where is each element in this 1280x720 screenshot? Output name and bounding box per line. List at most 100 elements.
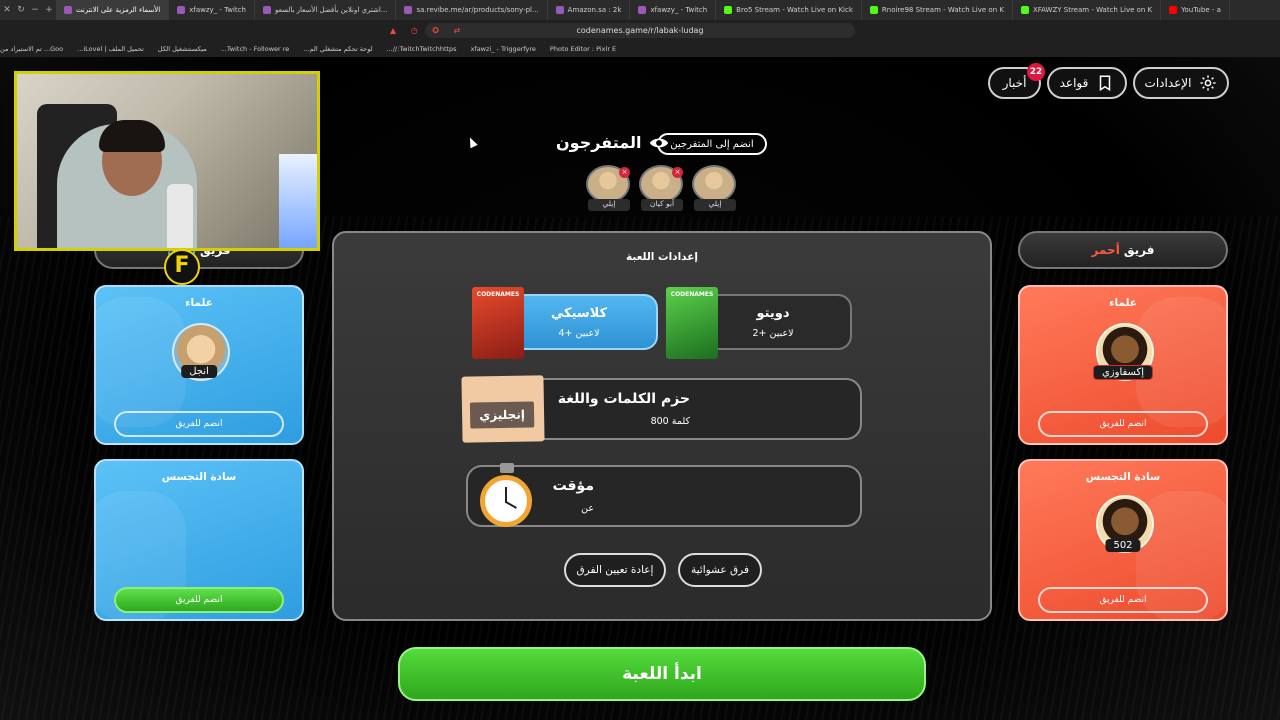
tab-label: sa.revibe.me/ar/products/sony-pl... — [416, 6, 539, 14]
eye-icon — [650, 138, 669, 147]
extension-icons[interactable]: ▲ ◷ ✪ ⇄ — [390, 26, 466, 35]
settings-button[interactable]: الإعدادات — [1133, 67, 1229, 99]
bookmark-item[interactable]: Goo... تم الاستيراد من — [0, 45, 63, 53]
tab-favicon-icon — [1169, 6, 1178, 14]
url-field[interactable]: codenames.game/r/labak-ludag — [425, 23, 855, 38]
news-label: أخبار — [1002, 76, 1027, 90]
remove-spectator-icon[interactable]: × — [672, 167, 683, 178]
address-bar: ▲ ◷ ✪ ⇄ codenames.game/r/labak-ludag — [0, 20, 1280, 41]
language-card[interactable]: إنجليزي — [461, 375, 545, 443]
wordpack-title: حزم الكلمات واللغة — [557, 391, 690, 407]
browser-tab[interactable]: الأسماء الرمزية على الانترنت — [56, 0, 170, 20]
red-spymasters-join-button[interactable]: انضم للفريق — [1038, 587, 1208, 613]
red-team-header: أحمر فريق — [1018, 231, 1228, 269]
red-team-color-word: أحمر — [1091, 243, 1120, 257]
bookmark-item[interactable]: xfawzi_ - Triggerfyre — [471, 45, 536, 53]
tab-favicon-icon — [64, 6, 72, 14]
blue-operatives-card: علماء انجل انضم للفريق — [94, 285, 304, 445]
wordpack-count: 800 كلمة — [650, 416, 690, 427]
reset-teams-button[interactable]: إعادة تعيين الفرق — [564, 553, 666, 587]
codenames-duet-box-icon: CODENAMES — [666, 287, 718, 359]
red-operatives-card: علماء إكسفاوزي انضم للفريق — [1018, 285, 1228, 445]
browser-tab[interactable]: xfawzy_ - Twitch — [630, 0, 717, 20]
browser-tab-bar: ✕ ↻ − + الأسماء الرمزية على الانترنت xfaw… — [0, 0, 1280, 20]
blue-spymasters-card: سادة التجسس انضم للفريق — [94, 459, 304, 621]
browser-tab[interactable]: Amazon.sa : 2k — [548, 0, 631, 20]
settings-title: إعدادات اللعبة — [625, 251, 699, 263]
red-spymasters-title: سادة التجسس — [1085, 471, 1161, 483]
tab-label: اشتري اونلاين بأفضل الأسعار بالسعو... — [274, 6, 388, 14]
news-badge: 22 — [1027, 63, 1045, 81]
tab-favicon-icon — [262, 6, 271, 14]
browser-tab[interactable]: اشتري اونلاين بأفضل الأسعار بالسعو... — [255, 0, 397, 20]
timer-title: مؤقت — [552, 478, 594, 494]
tab-favicon-icon — [724, 6, 733, 14]
tab-label: YouTube - a — [1181, 6, 1221, 14]
blue-spymasters-title: سادة التجسس — [161, 471, 237, 483]
tab-favicon-icon — [404, 6, 413, 14]
tab-label: xfawzy_ - Twitch — [189, 6, 246, 14]
reload-icon[interactable]: ↻ — [14, 5, 28, 15]
spectator-3: إيلي — [692, 165, 738, 213]
spectator-name: إيلي — [694, 199, 736, 211]
tab-label: Amazon.sa : 2k — [567, 6, 622, 14]
minimize-icon[interactable]: − — [28, 5, 42, 15]
bookmark-item[interactable]: Photo Editor : Pixlr E — [550, 45, 616, 53]
tab-label: Rnoire98 Stream - Watch Live on K — [881, 6, 1004, 14]
game-page: F الإعدادات قواعد أخبار 22 انضم إلى المت… — [0, 57, 1280, 720]
new-tab-icon[interactable]: + — [42, 5, 56, 15]
spectator-name: أبو كيان — [641, 199, 683, 211]
browser-tab[interactable]: XFAWZY Stream - Watch Live on K — [1013, 0, 1162, 20]
spectator-name: إيلي — [588, 199, 630, 211]
game-settings-panel: إعدادات اللعبة كلاسيكي لاعبين +4 CODENAM… — [332, 231, 992, 621]
tab-label: xfawzy_ - Twitch — [650, 6, 708, 14]
browser-tab[interactable]: sa.revibe.me/ar/products/sony-pl... — [396, 0, 548, 20]
bookmarks-bar: Photo Editor : Pixlr E xfawzi_ - Triggerf… — [0, 41, 1280, 57]
spectator-1: × إيلي — [586, 165, 632, 213]
window-close-icon[interactable]: ✕ — [0, 5, 14, 15]
tab-favicon-icon — [1020, 6, 1029, 14]
red-operative-name: إكسفاوزي — [1092, 365, 1154, 380]
mode-players: لاعبين +2 — [752, 328, 794, 339]
gear-icon — [1200, 75, 1216, 91]
red-spymasters-card: سادة التجسس 502 انضم للفريق — [1018, 459, 1228, 621]
tab-favicon-icon — [555, 6, 564, 14]
randomize-teams-button[interactable]: فرق عشوائية — [678, 553, 762, 587]
red-operatives-join-button[interactable]: انضم للفريق — [1038, 411, 1208, 437]
bookmark-icon — [1100, 75, 1111, 92]
mode-players: لاعبين +4 — [558, 328, 600, 339]
blue-spymasters-join-button[interactable]: انضم للفريق — [114, 587, 284, 613]
mode-name: دويتو — [756, 306, 790, 321]
browser-tab[interactable]: Rnoire98 Stream - Watch Live on K — [862, 0, 1013, 20]
avatar — [692, 165, 736, 203]
bookmark-item[interactable]: لوحة تحكم متشغلي الم... — [303, 45, 372, 53]
bookmark-item[interactable]: تحميل الملف | iLovel... — [77, 45, 144, 53]
spectators-heading: المتفرجون — [556, 133, 669, 152]
bookmark-item[interactable]: TwitchTwitchhttps://... — [387, 45, 457, 53]
tab-favicon-icon — [869, 6, 878, 14]
timer-value: عن — [581, 503, 594, 514]
remove-spectator-icon[interactable]: × — [619, 167, 630, 178]
webcam-overlay — [14, 71, 320, 251]
tab-favicon-icon — [177, 6, 186, 14]
spectator-2: × أبو كيان — [639, 165, 685, 213]
browser-tab[interactable]: YouTube - a — [1161, 0, 1230, 20]
browser-tab[interactable]: xfawzy_ - Twitch — [169, 0, 255, 20]
news-button[interactable]: أخبار 22 — [988, 63, 1045, 99]
rules-label: قواعد — [1059, 76, 1089, 90]
rules-button[interactable]: قواعد — [1047, 67, 1127, 99]
blue-operatives-join-button[interactable]: انضم للفريق — [114, 411, 284, 437]
mouse-cursor-icon — [466, 135, 478, 149]
language-label: إنجليزي — [469, 401, 535, 429]
codenames-classic-box-icon: CODENAMES — [472, 287, 524, 359]
blue-operative-name: انجل — [181, 365, 217, 378]
bookmark-item[interactable]: ميكسنتشغيل الكل — [158, 45, 207, 53]
tab-label: الأسماء الرمزية على الانترنت — [76, 6, 161, 14]
bookmark-item[interactable]: Twitch - Follower re... — [221, 45, 290, 53]
browser-tab[interactable]: Bro5 Stream - Watch Live on Kick — [716, 0, 862, 20]
settings-label: الإعدادات — [1144, 76, 1192, 90]
start-game-button[interactable]: ابدأ اللعبة — [398, 647, 926, 701]
join-spectators-button[interactable]: انضم إلى المتفرجين — [657, 133, 767, 155]
tab-label: XFAWZY Stream - Watch Live on K — [1032, 6, 1153, 14]
mode-name: كلاسيكي — [550, 306, 608, 321]
